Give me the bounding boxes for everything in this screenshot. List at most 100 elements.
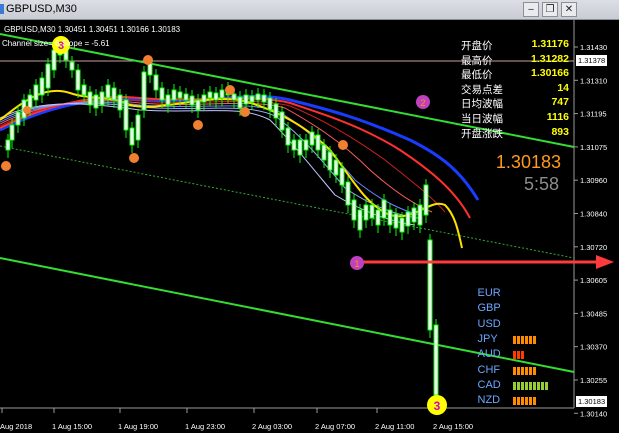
strength-bar (521, 397, 524, 406)
strength-bar (533, 366, 536, 375)
time-tick-label: 1 Aug 23:00 (185, 422, 225, 431)
strength-bar (513, 335, 516, 344)
candle-body (135, 114, 141, 141)
candle-body (399, 217, 405, 233)
candle-body (387, 209, 393, 226)
strength-bar (533, 381, 536, 390)
candle-body (237, 96, 243, 109)
candle-body (183, 93, 189, 101)
time-tick-label: 2 Aug 11:00 (375, 422, 414, 431)
candle-body (243, 94, 249, 105)
candle-body (357, 209, 363, 231)
channel-mid-line (0, 145, 575, 259)
candle-body (285, 127, 291, 146)
candle-body (87, 91, 93, 106)
info-value: 14 (557, 81, 569, 94)
strength-bar (533, 335, 536, 344)
candle-body (327, 151, 333, 171)
candle-body (51, 49, 57, 71)
candle-body (405, 211, 411, 227)
price-tick-label: 1.30140 (580, 409, 607, 418)
currency-label: GBP (477, 302, 501, 315)
info-label: 最高价 (461, 54, 493, 67)
svg-text:1: 1 (354, 259, 359, 269)
candle-body (123, 99, 129, 131)
price-tick-label: 1.31430 (580, 43, 607, 52)
info-label: 最低价 (461, 69, 493, 82)
candle-body (5, 139, 11, 151)
strength-bar (525, 397, 528, 406)
candle-body (375, 209, 381, 226)
candle-body (33, 84, 39, 101)
candle-body (249, 95, 255, 103)
candle-body (39, 77, 45, 96)
candle-body (411, 207, 417, 223)
candle-body (111, 87, 117, 101)
candle-body (261, 94, 267, 103)
strength-bar (517, 335, 520, 344)
time-tick-label: 2 Aug 15:00 (433, 422, 473, 431)
candle-body (129, 127, 135, 146)
strength-bar (525, 381, 528, 390)
candle-body (309, 131, 315, 146)
info-value: 893 (551, 125, 569, 138)
strength-bar (529, 335, 532, 344)
info-label: 交易点差 (461, 83, 503, 96)
candle-body (219, 89, 225, 99)
candle-body (351, 199, 357, 221)
candle-body (177, 91, 183, 99)
time-tick-label: 2 Aug 03:00 (252, 422, 292, 431)
time-tick-label: Aug 2018 (0, 422, 32, 431)
candle-body (369, 204, 375, 219)
candle-body (321, 144, 327, 161)
fractal-markers (1, 55, 348, 171)
strength-bar (545, 381, 548, 390)
price-tick-label: 1.31195 (580, 110, 607, 119)
strength-bar (529, 366, 532, 375)
currency-label: EUR (477, 287, 501, 299)
strength-bar (525, 366, 528, 375)
channel-info: Channel size= 6 Slope = -5.61 (2, 39, 110, 48)
strength-bar (529, 397, 532, 406)
candle-body (153, 74, 159, 91)
candle-timer: 5:58 (523, 174, 559, 194)
candle-body (207, 91, 213, 99)
candle-body (171, 89, 177, 101)
strength-bar (541, 381, 544, 390)
candle-body (423, 184, 429, 216)
candle-body (255, 93, 261, 101)
info-label: 日均波幅 (461, 98, 503, 111)
marker-top-right-icon: 2 (416, 95, 430, 109)
candle-body (27, 94, 33, 109)
candle-body (393, 213, 399, 229)
info-value: 1116 (546, 110, 569, 123)
mt4-chart-window: GBPUSD,M30 ‒ ❐ ✕ 1.31430 1.31310 1.31195 1.… (0, 0, 619, 433)
info-label: 开盘价 (461, 40, 493, 52)
price-tick-label: 1.30485 (580, 309, 607, 318)
svg-text:2: 2 (420, 98, 425, 108)
candle-body (201, 94, 207, 103)
strength-bar (517, 397, 520, 406)
price-tick-label: 1.30720 (580, 243, 607, 252)
candle-body (315, 134, 321, 151)
candle-body (427, 239, 433, 331)
strength-bar (513, 397, 516, 406)
price-tick-label: 1.30255 (580, 376, 607, 385)
candle-body (195, 99, 201, 111)
strength-bar (533, 397, 536, 406)
price-tick-label: 1.30605 (580, 276, 607, 285)
candle-body (381, 199, 387, 219)
price-tick-label: 1.30370 (580, 343, 607, 352)
candle-body (433, 324, 439, 396)
arrow-right-icon (596, 255, 614, 269)
candle-body (363, 204, 369, 221)
candle-body (75, 69, 81, 91)
candle-body (15, 111, 21, 126)
current-price-tag: 1.30183 (576, 396, 608, 407)
strength-bar (521, 351, 524, 360)
candle-body (333, 159, 339, 176)
marker-mid-icon: 1 (350, 256, 364, 270)
price-tick-label: 1.31075 (580, 143, 607, 152)
candle-body (99, 91, 105, 106)
candle-body (339, 167, 345, 186)
